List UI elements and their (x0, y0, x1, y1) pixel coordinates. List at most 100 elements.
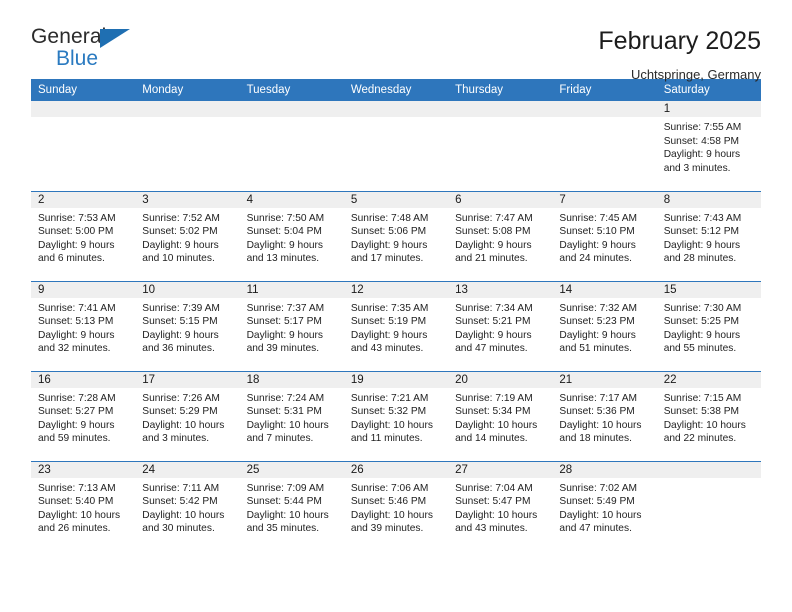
day-details: Sunrise: 7:35 AM Sunset: 5:19 PM Daylight:… (344, 298, 448, 356)
day-number: 12 (343, 281, 449, 298)
calendar-day-cell[interactable]: 9 Sunrise: 7:41 AM Sunset: 5:13 PM Daylight… (31, 280, 136, 371)
day-number (656, 461, 761, 478)
calendar-day-cell[interactable]: 21 Sunrise: 7:17 AM Sunset: 5:36 PM Dayligh… (552, 370, 657, 461)
general-blue-logo[interactable]: General Blue (31, 26, 151, 74)
calendar-day-cell[interactable]: 23 Sunrise: 7:13 AM Sunset: 5:40 PM Dayligh… (31, 460, 136, 551)
day-details: Sunrise: 7:04 AM Sunset: 5:47 PM Daylight:… (448, 478, 552, 536)
calendar-day-cell[interactable]: 10 Sunrise: 7:39 AM Sunset: 5:15 PM Dayligh… (135, 280, 240, 371)
calendar-table: Sunday Monday Tuesday Wednesday Thursday… (31, 79, 761, 551)
day-number: 4 (239, 191, 344, 208)
sunset-text: Sunset: 5:46 PM (350, 496, 427, 508)
daylight-text: Daylight: 9 hours and 3 minutes. (663, 149, 741, 174)
day-number (552, 101, 657, 117)
day-number: 9 (31, 281, 136, 298)
calendar-day-cell[interactable]: 16 Sunrise: 7:28 AM Sunset: 5:27 PM Dayligh… (31, 370, 136, 461)
sunrise-text: Sunrise: 7:28 AM (38, 392, 116, 404)
day-details: Sunrise: 7:50 AM Sunset: 5:04 PM Daylight:… (240, 208, 344, 266)
day-details: Sunrise: 7:41 AM Sunset: 5:13 PM Daylight:… (31, 298, 135, 356)
day-number: 25 (239, 461, 344, 478)
calendar-day-cell[interactable]: 27 Sunrise: 7:04 AM Sunset: 5:47 PM Dayligh… (448, 460, 553, 551)
sunset-text: Sunset: 5:32 PM (350, 406, 427, 418)
calendar-day-cell[interactable]: 12 Sunrise: 7:35 AM Sunset: 5:19 PM Dayligh… (343, 280, 449, 371)
calendar-day-cell[interactable]: 5 Sunrise: 7:48 AM Sunset: 5:06 PM Daylight… (343, 190, 449, 281)
weekday-header-wednesday: Wednesday (343, 79, 449, 101)
calendar-day-cell[interactable]: 15 Sunrise: 7:30 AM Sunset: 5:25 PM Dayligh… (656, 280, 761, 371)
day-number (135, 101, 240, 117)
sunset-text: Sunset: 5:49 PM (559, 496, 635, 508)
sunrise-text: Sunrise: 7:11 AM (142, 482, 220, 494)
calendar-week-row: 9 Sunrise: 7:41 AM Sunset: 5:13 PM Daylight… (31, 280, 761, 371)
day-number (448, 101, 553, 117)
sunrise-text: Sunrise: 7:50 AM (246, 212, 325, 224)
day-number: 11 (239, 281, 344, 298)
sunrise-text: Sunrise: 7:30 AM (663, 302, 742, 314)
day-number: 23 (31, 461, 136, 478)
sunset-text: Sunset: 5:44 PM (246, 496, 322, 508)
calendar-day-cell[interactable]: 6 Sunrise: 7:47 AM Sunset: 5:08 PM Daylight… (448, 190, 553, 281)
calendar-day-cell[interactable]: 18 Sunrise: 7:24 AM Sunset: 5:31 PM Dayligh… (239, 370, 344, 461)
daylight-text: Daylight: 10 hours and 39 minutes. (350, 509, 433, 535)
sunset-text: Sunset: 5:12 PM (663, 226, 740, 238)
sunset-text: Sunset: 5:29 PM (142, 406, 218, 418)
day-details: Sunrise: 7:15 AM Sunset: 5:38 PM Daylight:… (657, 388, 761, 446)
sunset-text: Sunset: 5:23 PM (559, 316, 635, 328)
day-details: Sunrise: 7:32 AM Sunset: 5:23 PM Daylight:… (552, 298, 656, 356)
day-number: 10 (135, 281, 240, 298)
calendar-day-cell[interactable]: 7 Sunrise: 7:45 AM Sunset: 5:10 PM Daylight… (552, 190, 657, 281)
calendar-day-cell[interactable]: 14 Sunrise: 7:32 AM Sunset: 5:23 PM Dayligh… (552, 280, 657, 371)
weekday-header-thursday: Thursday (448, 79, 553, 101)
day-number: 6 (448, 191, 553, 208)
daylight-text: Daylight: 10 hours and 22 minutes. (663, 419, 746, 445)
daylight-text: Daylight: 9 hours and 17 minutes. (350, 239, 428, 265)
calendar-cell-empty (656, 460, 761, 551)
day-details: Sunrise: 7:53 AM Sunset: 5:00 PM Daylight:… (31, 208, 135, 266)
sunrise-text: Sunrise: 7:47 AM (455, 212, 533, 224)
day-number (31, 101, 136, 117)
calendar-day-cell[interactable]: 24 Sunrise: 7:11 AM Sunset: 5:42 PM Dayligh… (135, 460, 240, 551)
day-details: Sunrise: 7:09 AM Sunset: 5:44 PM Daylight:… (240, 478, 344, 536)
calendar-day-cell[interactable]: 2 Sunrise: 7:53 AM Sunset: 5:00 PM Daylight… (31, 190, 136, 281)
day-number (343, 101, 449, 117)
daylight-text: Daylight: 10 hours and 30 minutes. (142, 509, 225, 535)
calendar-day-cell[interactable]: 3 Sunrise: 7:52 AM Sunset: 5:02 PM Daylight… (135, 190, 240, 281)
daylight-text: Daylight: 9 hours and 28 minutes. (663, 239, 741, 265)
calendar-day-cell[interactable]: 17 Sunrise: 7:26 AM Sunset: 5:29 PM Dayligh… (135, 370, 240, 461)
day-details: Sunrise: 7:37 AM Sunset: 5:17 PM Daylight:… (240, 298, 344, 356)
calendar-cell-empty (239, 101, 344, 191)
calendar-day-cell[interactable]: 25 Sunrise: 7:09 AM Sunset: 5:44 PM Dayligh… (239, 460, 344, 551)
calendar-day-cell[interactable]: 22 Sunrise: 7:15 AM Sunset: 5:38 PM Dayligh… (656, 370, 761, 461)
sunset-text: Sunset: 5:25 PM (663, 316, 740, 328)
calendar-day-cell[interactable]: 26 Sunrise: 7:06 AM Sunset: 5:46 PM Dayligh… (343, 460, 449, 551)
day-details: Sunrise: 7:45 AM Sunset: 5:10 PM Daylight:… (552, 208, 656, 266)
daylight-text: Daylight: 9 hours and 43 minutes. (350, 329, 428, 355)
calendar-day-cell[interactable]: 11 Sunrise: 7:37 AM Sunset: 5:17 PM Dayligh… (239, 280, 344, 371)
sunrise-text: Sunrise: 7:04 AM (455, 482, 533, 494)
daylight-text: Daylight: 10 hours and 43 minutes. (455, 509, 538, 535)
weekday-header-row: Sunday Monday Tuesday Wednesday Thursday… (31, 79, 761, 101)
calendar-day-cell[interactable]: 1 Sunrise: 7:55 AM Sunset: 4:58 PM Daylight… (656, 101, 761, 191)
calendar-day-cell[interactable]: 4 Sunrise: 7:50 AM Sunset: 5:04 PM Daylight… (239, 190, 344, 281)
day-details: Sunrise: 7:24 AM Sunset: 5:31 PM Daylight:… (240, 388, 344, 446)
calendar-week-row: 1 Sunrise: 7:55 AM Sunset: 4:58 PM Daylight… (31, 101, 761, 191)
day-details: Sunrise: 7:26 AM Sunset: 5:29 PM Daylight:… (135, 388, 239, 446)
day-number: 7 (552, 191, 657, 208)
calendar-day-cell[interactable]: 20 Sunrise: 7:19 AM Sunset: 5:34 PM Dayligh… (448, 370, 553, 461)
sunrise-text: Sunrise: 7:48 AM (350, 212, 429, 224)
calendar-day-cell[interactable]: 28 Sunrise: 7:02 AM Sunset: 5:49 PM Dayligh… (552, 460, 657, 551)
day-details: Sunrise: 7:28 AM Sunset: 5:27 PM Daylight:… (31, 388, 135, 446)
day-number: 24 (135, 461, 240, 478)
calendar-day-cell[interactable]: 13 Sunrise: 7:34 AM Sunset: 5:21 PM Dayligh… (448, 280, 553, 371)
daylight-text: Daylight: 9 hours and 24 minutes. (559, 239, 636, 265)
day-number: 26 (343, 461, 449, 478)
sunset-text: Sunset: 5:38 PM (663, 406, 740, 418)
calendar-day-cell[interactable]: 8 Sunrise: 7:43 AM Sunset: 5:12 PM Daylight… (656, 190, 761, 281)
page-title: February 2025 (598, 27, 761, 55)
calendar-header-row: Sunday Monday Tuesday Wednesday Thursday… (31, 79, 761, 101)
sunset-text: Sunset: 5:34 PM (455, 406, 531, 418)
calendar-week-row: 23 Sunrise: 7:13 AM Sunset: 5:40 PM Dayligh… (31, 460, 761, 551)
sunrise-text: Sunrise: 7:17 AM (559, 392, 637, 404)
daylight-text: Daylight: 10 hours and 26 minutes. (38, 509, 121, 535)
calendar-day-cell[interactable]: 19 Sunrise: 7:21 AM Sunset: 5:32 PM Dayligh… (343, 370, 449, 461)
sunset-text: Sunset: 5:19 PM (350, 316, 427, 328)
calendar-page: General Blue February 2025 Uchtspringe, … (0, 0, 792, 612)
